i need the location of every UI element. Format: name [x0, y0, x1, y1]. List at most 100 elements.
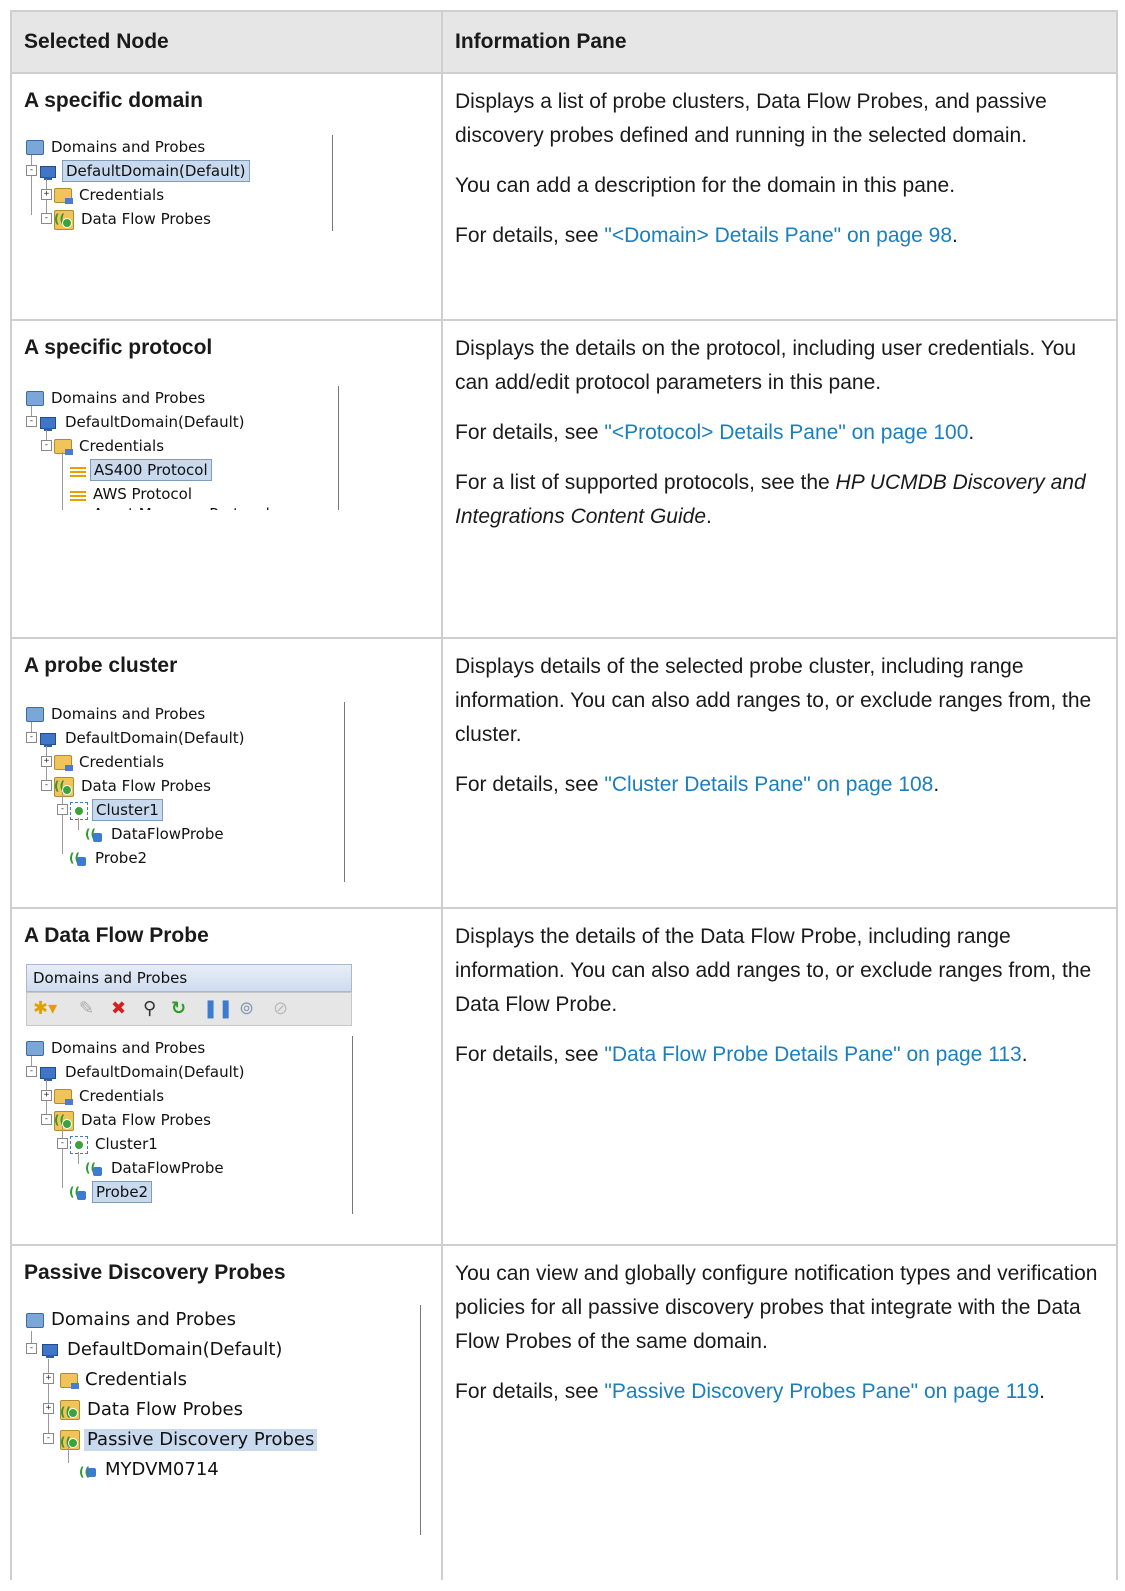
tree-screenshot: Domains and Probes - DefaultDomain(Defau…: [26, 386, 339, 510]
guide-reference: For a list of supported protocols, see t…: [455, 471, 1086, 528]
probes-folder-icon: [60, 1427, 80, 1457]
tree-node-domain[interactable]: DefaultDomain(Default): [40, 159, 250, 183]
probe-icon: [79, 1457, 98, 1487]
probes-folder-icon: [60, 1397, 80, 1427]
tree-node-data-flow-probes[interactable]: Data Flow Probes: [54, 1108, 214, 1132]
domain-icon: [40, 1065, 58, 1081]
tree-node-mydvm0714[interactable]: MYDVM0714: [79, 1455, 222, 1487]
tree-node-data-flow-probes[interactable]: Data Flow Probes: [54, 774, 214, 798]
description-text: Displays the details of the Data Flow Pr…: [455, 925, 1092, 1016]
description-text: Displays the details on the protocol, in…: [455, 337, 1077, 394]
selected-node-cell: A specific protocol Domains and Probes -…: [10, 319, 443, 639]
protocol-icon: [70, 489, 86, 501]
activate-icon[interactable]: ⊚: [239, 999, 254, 1019]
details-reference: For details, see "Passive Discovery Prob…: [455, 1380, 1046, 1403]
probe-icon: [85, 822, 104, 846]
tree-node-credentials[interactable]: Credentials: [54, 434, 167, 458]
probe-icon: [69, 846, 88, 870]
table-row: A specific domain Domains and Probes - D…: [10, 72, 1118, 321]
credentials-folder-icon: [54, 755, 73, 771]
information-cell: Displays details of the selected probe c…: [441, 637, 1118, 909]
tree-label: DefaultDomain(Default): [62, 160, 250, 182]
deactivate-icon[interactable]: ⊘: [273, 999, 288, 1019]
details-reference: For details, see "<Protocol> Details Pan…: [455, 421, 975, 444]
probes-folder-icon: [54, 1108, 74, 1132]
credentials-folder-icon: [54, 439, 73, 455]
tree-node-credentials[interactable]: Credentials: [54, 750, 167, 774]
tree-node-as400-protocol[interactable]: AS400 Protocol: [70, 458, 212, 482]
domain-icon: [40, 731, 58, 747]
credentials-folder-icon: [54, 1089, 73, 1105]
node-title: A specific domain: [24, 89, 203, 112]
tree-node-credentials[interactable]: Credentials: [54, 1084, 167, 1108]
selected-node-cell: A specific domain Domains and Probes - D…: [10, 72, 443, 321]
table-header-row: Selected Node Information Pane: [10, 10, 1118, 74]
cluster-icon: [70, 1135, 88, 1154]
refresh-icon[interactable]: ↻: [171, 999, 186, 1019]
protocol-icon: [70, 509, 86, 511]
tree-node-cluster1[interactable]: Cluster1: [70, 1132, 161, 1156]
details-link[interactable]: "Data Flow Probe Details Pane" on page 1…: [604, 1043, 1021, 1066]
domain-icon: [40, 415, 58, 431]
selected-node-cell: A probe cluster Domains and Probes - Def…: [10, 637, 443, 909]
node-title: A Data Flow Probe: [24, 924, 209, 947]
table-row: A probe cluster Domains and Probes - Def…: [10, 637, 1118, 909]
tree-node-domain[interactable]: DefaultDomain(Default): [40, 410, 248, 434]
tree-screenshot: Domains and Probes ✱▾ ✎ ✖ ⚲ ↻ ❚❚ ⊚ ⊘ Dom…: [26, 964, 353, 1214]
description-text: You can add a description for the domain…: [455, 174, 956, 197]
table-row: A specific protocol Domains and Probes -…: [10, 319, 1118, 639]
tree-node-dataflowprobe[interactable]: DataFlowProbe: [85, 822, 227, 846]
delete-icon[interactable]: ✖: [111, 999, 126, 1019]
tree-node-domain[interactable]: DefaultDomain(Default): [40, 1060, 248, 1084]
credentials-folder-icon: [60, 1372, 79, 1389]
tree-node-root[interactable]: Domains and Probes: [26, 1036, 208, 1060]
tree-node-root[interactable]: Domains and Probes: [26, 135, 208, 159]
pause-icon[interactable]: ❚❚: [203, 999, 233, 1019]
selected-node-cell: Passive Discovery Probes Domains and Pro…: [10, 1244, 443, 1580]
domains-folder-icon: [26, 1041, 44, 1056]
new-icon[interactable]: ✱▾: [33, 999, 57, 1019]
tree-node-dataflowprobe[interactable]: DataFlowProbe: [85, 1156, 227, 1180]
tree-label: Domains and Probes: [51, 138, 206, 156]
details-link[interactable]: "Cluster Details Pane" on page 108: [604, 773, 933, 796]
details-link[interactable]: "Passive Discovery Probes Pane" on page …: [604, 1380, 1039, 1403]
tree-node-root[interactable]: Domains and Probes: [26, 1305, 239, 1335]
details-link[interactable]: "<Protocol> Details Pane" on page 100: [604, 421, 968, 444]
details-reference: For details, see "Data Flow Probe Detail…: [455, 1043, 1028, 1066]
description-text: Displays a list of probe clusters, Data …: [455, 90, 1047, 147]
domain-icon: [42, 1342, 60, 1358]
tree-node-passive-discovery-probes[interactable]: Passive Discovery Probes: [60, 1425, 318, 1457]
tree-node-domain[interactable]: DefaultDomain(Default): [40, 726, 248, 750]
panel-title: Domains and Probes: [26, 964, 352, 992]
tree-screenshot: Domains and Probes - DefaultDomain(Defau…: [26, 135, 333, 231]
tree-node-data-flow-probes[interactable]: Data Flow Probes: [60, 1395, 246, 1427]
details-reference: For details, see "Cluster Details Pane" …: [455, 773, 940, 796]
column-header-information-pane: Information Pane: [441, 10, 1118, 74]
details-reference: For details, see "<Domain> Details Pane"…: [455, 224, 958, 247]
tree-node-root[interactable]: Domains and Probes: [26, 386, 208, 410]
tree-node-asset-manager-protocol[interactable]: Asset Manager Protocol: [70, 502, 273, 510]
toolbar: ✱▾ ✎ ✖ ⚲ ↻ ❚❚ ⊚ ⊘: [26, 992, 352, 1026]
node-title: Passive Discovery Probes: [24, 1261, 286, 1284]
tree-node-credentials[interactable]: Credentials: [60, 1365, 190, 1395]
tree-label: Credentials: [79, 186, 165, 204]
domains-folder-icon: [26, 707, 44, 722]
domains-folder-icon: [26, 1312, 44, 1328]
tree-label: Data Flow Probes: [81, 210, 211, 228]
edit-icon[interactable]: ✎: [79, 999, 94, 1019]
tree-node-probe2[interactable]: Probe2: [69, 1180, 153, 1204]
tree-node-root[interactable]: Domains and Probes: [26, 702, 208, 726]
tree-node-credentials[interactable]: Credentials: [54, 183, 167, 207]
find-icon[interactable]: ⚲: [143, 999, 156, 1019]
information-cell: Displays a list of probe clusters, Data …: [441, 72, 1118, 321]
details-link[interactable]: "<Domain> Details Pane" on page 98: [604, 224, 952, 247]
tree-node-data-flow-probes[interactable]: Data Flow Probes: [54, 207, 214, 231]
node-title: A probe cluster: [24, 654, 178, 677]
information-cell: Displays the details on the protocol, in…: [441, 319, 1118, 639]
information-pane-table: Selected Node Information Pane A specifi…: [10, 10, 1118, 1580]
tree-node-cluster1[interactable]: Cluster1: [70, 798, 163, 822]
tree-node-probe2[interactable]: Probe2: [69, 846, 150, 870]
node-title: A specific protocol: [24, 336, 213, 359]
tree-node-domain[interactable]: DefaultDomain(Default): [42, 1335, 285, 1365]
protocol-icon: [70, 465, 86, 477]
